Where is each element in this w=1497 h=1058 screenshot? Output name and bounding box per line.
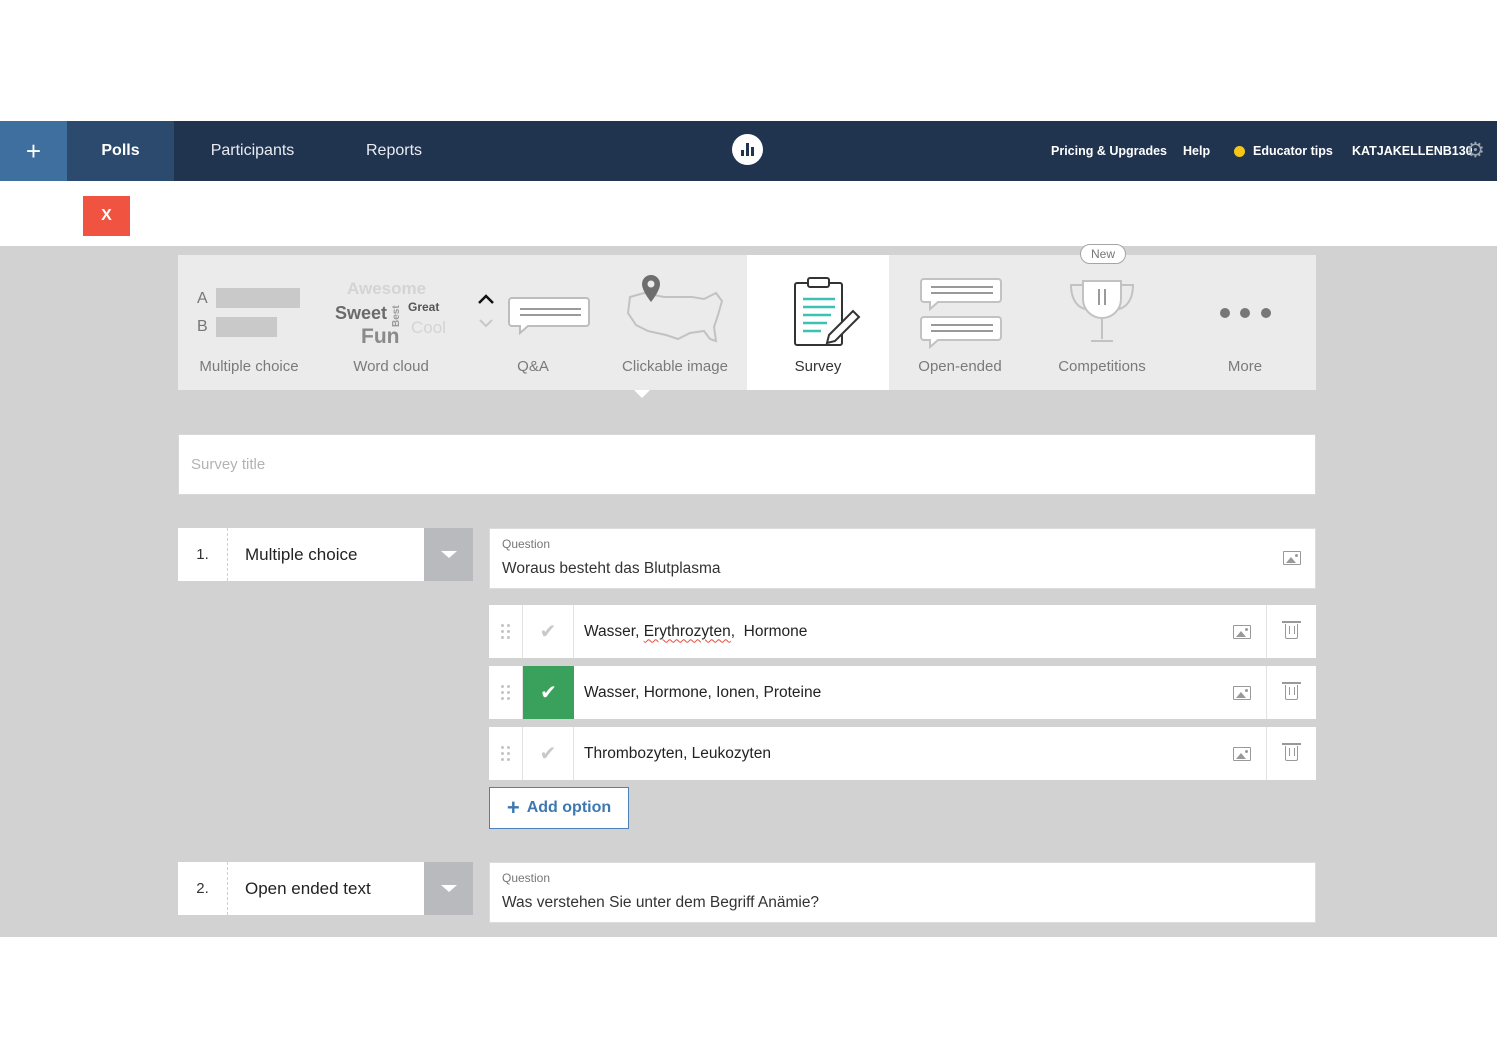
tab-reports[interactable]: Reports: [340, 121, 448, 181]
user-menu[interactable]: KATJAKELLENB130: [1352, 121, 1473, 181]
pricing-link[interactable]: Pricing & Upgrades: [1051, 121, 1167, 181]
educator-tips-link[interactable]: Educator tips: [1234, 121, 1333, 181]
cloud-word: Sweet: [335, 303, 388, 323]
type-multiple-choice[interactable]: A B Multiple choice: [178, 255, 320, 390]
answer-option: ✔ Wasser, Erythrozyten, Hormone: [489, 605, 1316, 658]
app-logo[interactable]: [732, 134, 763, 165]
qa-icon: [478, 294, 590, 336]
speech-bubbles-icon: [920, 278, 1002, 350]
more-dots-icon: [1220, 308, 1271, 318]
clipboard-icon: [794, 277, 861, 346]
checkmark-icon: ✔: [540, 682, 557, 704]
question-type-label: Multiple choice: [245, 544, 358, 564]
plus-icon: +: [506, 795, 520, 820]
trophy-icon: [1069, 280, 1135, 342]
type-open-ended[interactable]: Open-ended: [889, 255, 1031, 390]
us-map-icon: [626, 275, 724, 343]
type-survey[interactable]: Survey: [747, 255, 889, 390]
editor-header: X: [0, 181, 1497, 246]
question-type-select[interactable]: 1. Multiple choice: [178, 528, 473, 581]
tab-participants[interactable]: Participants: [186, 121, 319, 181]
survey-title-input[interactable]: [178, 434, 1316, 495]
new-poll-button[interactable]: +: [0, 121, 67, 181]
gear-icon[interactable]: ⚙: [1466, 140, 1487, 161]
new-badge: New: [1080, 244, 1126, 264]
image-icon[interactable]: [1233, 686, 1251, 700]
checkmark-icon: ✔: [539, 743, 557, 765]
type-label: Q&A: [517, 358, 549, 375]
type-label: More: [1227, 358, 1263, 375]
top-navigation: + Polls Participants Reports Pricing & U…: [0, 121, 1497, 181]
question-text[interactable]: Was verstehen Sie unter dem Begriff Anäm…: [502, 894, 819, 912]
cloud-word: Awesome: [347, 279, 427, 298]
question-text[interactable]: Woraus besteht das Blutplasma: [502, 560, 721, 578]
type-label: Word cloud: [353, 358, 429, 375]
image-icon[interactable]: [1283, 551, 1301, 565]
poll-type-selector: A B Multiple choice Awesome Sweet Best G…: [178, 255, 1316, 390]
type-clickable-image[interactable]: Clickable image: [604, 255, 746, 390]
option-letter-b: B: [197, 318, 208, 335]
help-link[interactable]: Help: [1183, 121, 1210, 181]
drag-handle-icon[interactable]: [489, 666, 523, 719]
correct-toggle[interactable]: ✔: [523, 727, 574, 780]
trash-icon: [1282, 682, 1301, 700]
cloud-word: Fun: [361, 325, 400, 348]
type-qa[interactable]: Q&A: [462, 255, 604, 390]
type-competitions[interactable]: Competitions: [1031, 255, 1173, 390]
question-field[interactable]: Question Woraus besteht das Blutplasma: [489, 528, 1316, 589]
cloud-word: Great: [408, 300, 440, 314]
question-caption: Question: [502, 537, 551, 551]
question-type-select[interactable]: 2. Open ended text: [178, 862, 473, 915]
trash-icon: [1282, 743, 1301, 761]
type-more[interactable]: More: [1174, 255, 1316, 390]
chevron-down-icon[interactable]: [424, 528, 473, 581]
question-field[interactable]: Question Was verstehen Sie unter dem Beg…: [489, 862, 1316, 923]
delete-option-button[interactable]: [1266, 605, 1316, 658]
checkmark-icon: ✔: [539, 621, 557, 643]
question-caption: Question: [502, 871, 551, 885]
option-text[interactable]: Wasser, Hormone, Ionen, Proteine: [584, 666, 821, 719]
answer-option: ✔ Thrombozyten, Leukozyten: [489, 727, 1316, 780]
type-label: Competitions: [1058, 358, 1146, 375]
delete-option-button[interactable]: [1266, 727, 1316, 780]
option-letter-a: A: [197, 290, 208, 307]
answer-option: ✔ Wasser, Hormone, Ionen, Proteine: [489, 666, 1316, 719]
add-option-label: Add option: [526, 799, 612, 816]
cloud-word: Best: [391, 305, 402, 327]
question-number: 2.: [178, 862, 228, 915]
question-number: 1.: [178, 528, 228, 581]
question-type-label: Open ended text: [245, 878, 371, 898]
delete-option-button[interactable]: [1266, 666, 1316, 719]
drag-handle-icon[interactable]: [489, 727, 523, 780]
correct-toggle[interactable]: ✔: [523, 605, 574, 658]
trash-icon: [1282, 621, 1301, 639]
image-icon[interactable]: [1233, 625, 1251, 639]
option-text-part: Wasser,: [584, 622, 644, 640]
chevron-down-icon[interactable]: [424, 862, 473, 915]
type-label: Clickable image: [622, 358, 728, 375]
educator-tips-label: Educator tips: [1253, 144, 1333, 158]
option-text[interactable]: Wasser, Erythrozyten, Hormone: [584, 605, 807, 658]
option-text-part: , Hormone: [730, 622, 808, 640]
app-frame: + Polls Participants Reports Pricing & U…: [0, 121, 1497, 937]
type-word-cloud[interactable]: Awesome Sweet Best Great Fun Cool Word c…: [320, 255, 462, 390]
cloud-word: Cool: [411, 318, 446, 337]
image-icon[interactable]: [1233, 747, 1251, 761]
type-label: Open-ended: [918, 358, 1002, 375]
type-label: Survey: [794, 358, 842, 375]
correct-toggle[interactable]: ✔: [523, 666, 574, 719]
close-button[interactable]: X: [83, 196, 130, 236]
option-text[interactable]: Thrombozyten, Leukozyten: [584, 727, 771, 780]
drag-handle-icon[interactable]: [489, 605, 523, 658]
add-option-button[interactable]: + Add option: [489, 787, 629, 829]
active-type-pointer: [634, 390, 650, 398]
type-label: Multiple choice: [199, 358, 299, 375]
tab-polls[interactable]: Polls: [67, 121, 174, 181]
misspelled-word: Erythrozyten: [643, 622, 731, 640]
tips-dot-icon: [1234, 145, 1245, 157]
